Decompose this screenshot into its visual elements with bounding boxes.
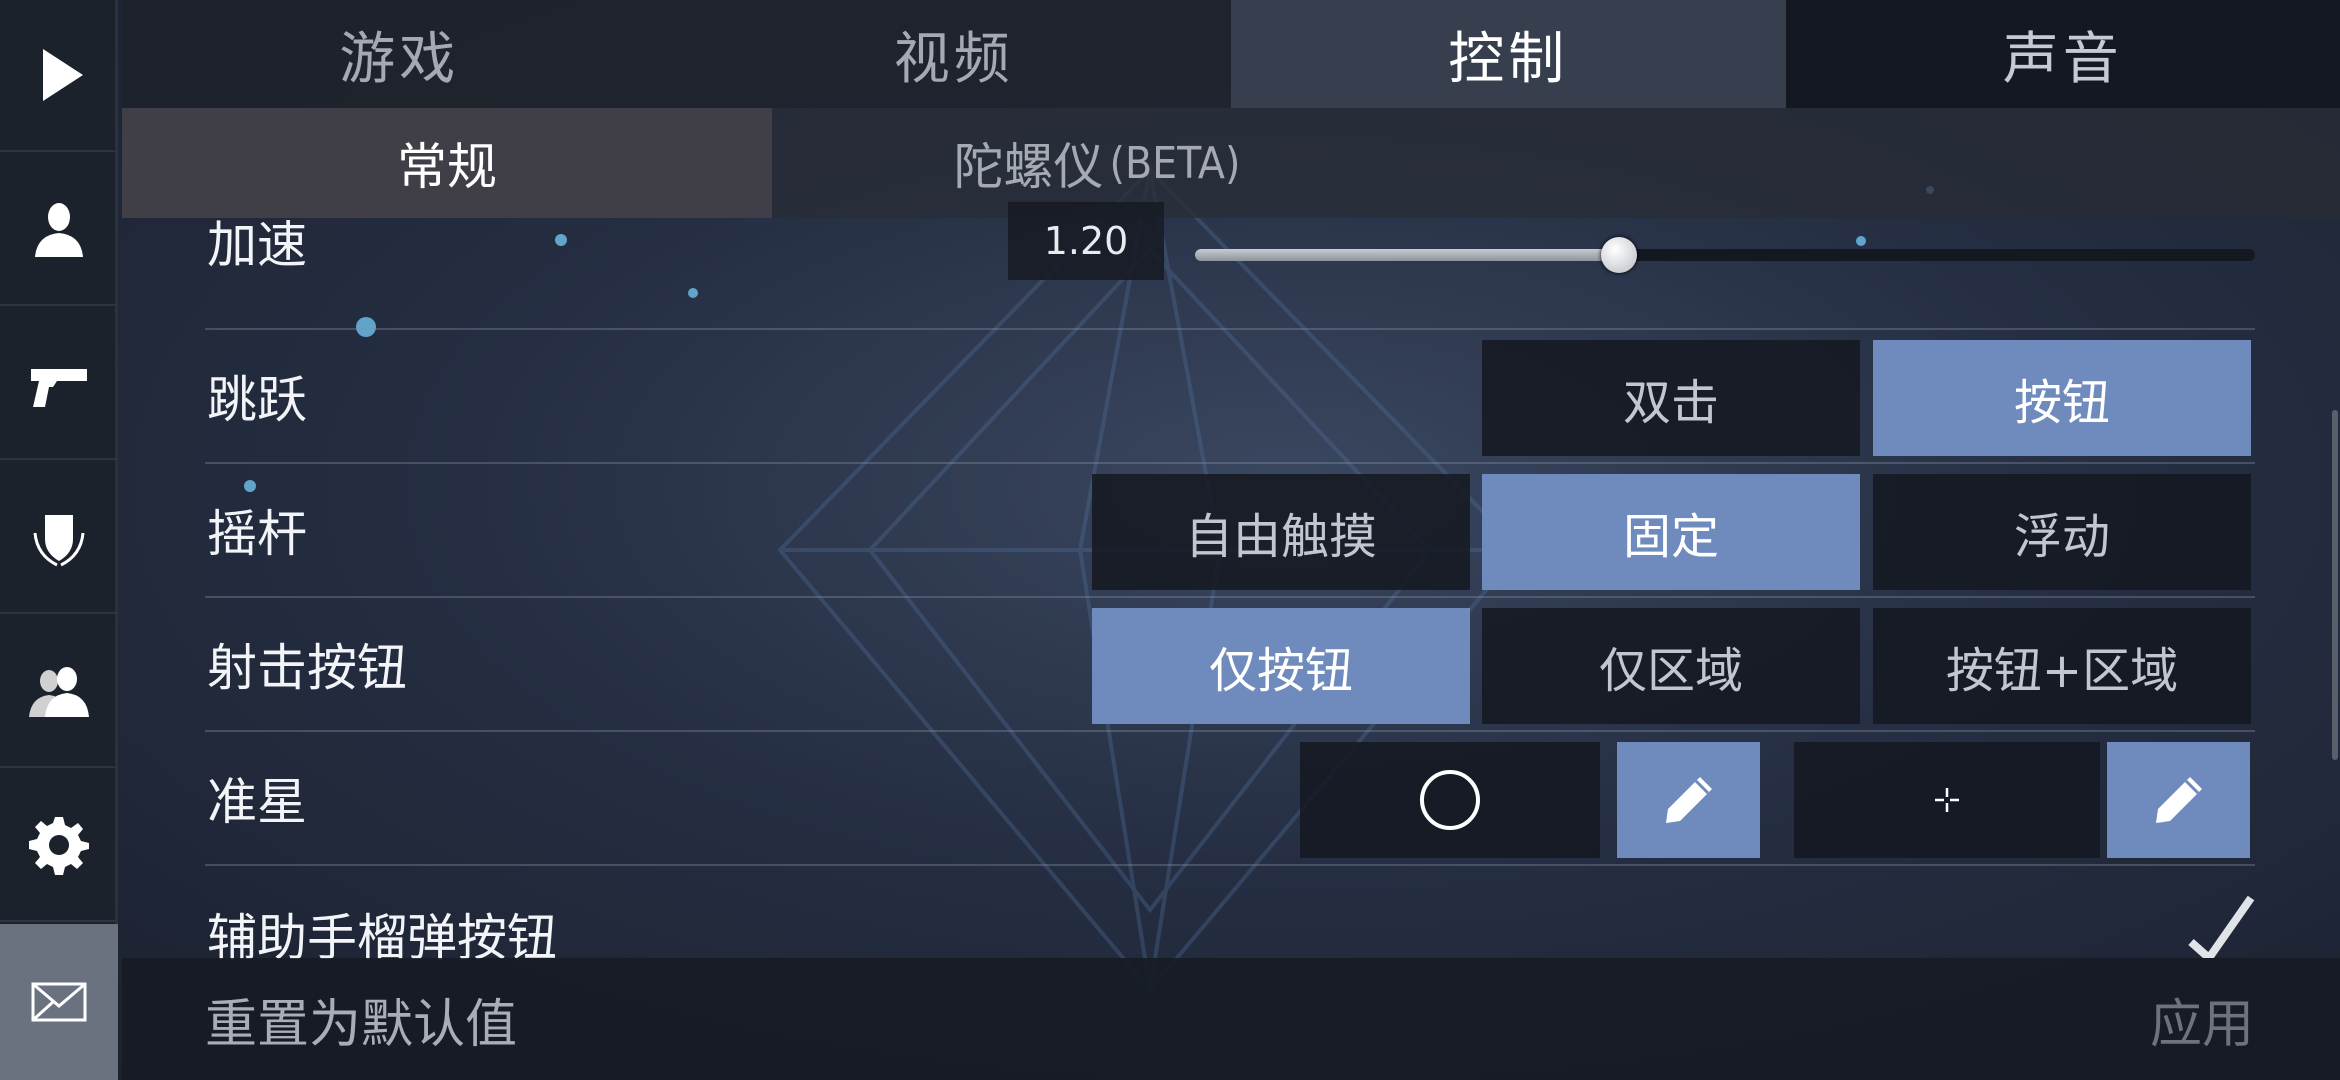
setting-row-crosshair: 准星 (205, 732, 2255, 866)
crosshair-edit-button-2[interactable] (2107, 742, 2250, 858)
acceleration-slider-handle[interactable] (1601, 237, 1637, 273)
apply-button[interactable]: 应用 (2150, 958, 2254, 1080)
jump-option-double-tap[interactable]: 双击 (1482, 340, 1860, 456)
grenade-button-checkbox[interactable] (2187, 892, 2255, 964)
fire-option-button-only[interactable]: 仅按钮 (1092, 608, 1470, 724)
joystick-option-fixed[interactable]: 固定 (1482, 474, 1860, 590)
acceleration-value[interactable]: 1.20 (1008, 202, 1164, 280)
fire-button-label: 射击按钮 (207, 639, 407, 697)
sidebar-item-friends[interactable] (0, 616, 118, 768)
gear-icon (29, 817, 89, 875)
tab-controls[interactable]: 控制 (1231, 0, 1786, 108)
setting-row-grenade-button: 辅助手榴弹按钮 (205, 866, 2255, 967)
pencil-icon (2155, 777, 2202, 823)
crosshair-edit-button-1[interactable] (1617, 742, 1760, 858)
fire-option-button-and-area[interactable]: 按钮+区域 (1873, 608, 2251, 724)
sidebar-item-play[interactable] (0, 0, 118, 152)
pencil-icon (1665, 777, 1712, 823)
sidebar-item-weapons[interactable] (0, 308, 118, 460)
play-icon (43, 49, 83, 101)
friends-icon (29, 667, 89, 717)
setting-row-jump: 跳跃 双击 按钮 (205, 330, 2255, 464)
bottom-action-bar: 重置为默认值 应用 (122, 958, 2340, 1080)
sidebar-item-mail[interactable] (0, 924, 118, 1080)
tab-video[interactable]: 视频 (677, 0, 1232, 108)
crosshair-preview-circle[interactable] (1300, 742, 1600, 858)
reset-defaults-button[interactable]: 重置为默认值 (205, 958, 517, 1080)
joystick-option-floating[interactable]: 浮动 (1873, 474, 2251, 590)
sidebar (0, 0, 118, 1080)
profile-icon (35, 203, 83, 257)
scrollbar[interactable] (2332, 410, 2338, 760)
joystick-label: 摇杆 (207, 505, 307, 563)
tab-sound[interactable]: 声音 (1785, 0, 2340, 108)
subtab-gyroscope-label: 陀螺仪 (953, 138, 1104, 196)
acceleration-label: 加速 (207, 216, 307, 274)
jump-option-button[interactable]: 按钮 (1873, 340, 2251, 456)
setting-row-fire-button: 射击按钮 仅按钮 仅区域 按钮+区域 (205, 598, 2255, 732)
crosshair-dot-icon (1935, 788, 1959, 812)
acceleration-slider-track[interactable] (1195, 249, 2255, 261)
circle-crosshair-icon (1420, 770, 1480, 830)
sidebar-item-settings[interactable] (0, 770, 118, 922)
fire-option-area-only[interactable]: 仅区域 (1482, 608, 1860, 724)
checkmark-icon (2188, 895, 2255, 964)
tab-game[interactable]: 游戏 (122, 0, 677, 108)
setting-row-joystick: 摇杆 自由触摸 固定 浮动 (205, 464, 2255, 598)
setting-row-acceleration: 加速 1.20 (205, 196, 2255, 330)
sidebar-item-clan[interactable] (0, 462, 118, 614)
top-tab-bar: 游戏 视频 控制 声音 (122, 0, 2340, 108)
joystick-option-free-touch[interactable]: 自由触摸 (1092, 474, 1470, 590)
subtab-gyroscope-beta: (BETA) (1109, 137, 1241, 189)
pistol-icon (31, 369, 87, 407)
crosshair-preview-cross[interactable] (1794, 742, 2100, 858)
clan-shield-icon (33, 515, 85, 567)
sidebar-item-profile[interactable] (0, 154, 118, 306)
crosshair-label: 准星 (207, 773, 307, 831)
mail-icon (31, 982, 87, 1022)
acceleration-slider-fill (1195, 249, 1619, 261)
subtab-general-label: 常规 (397, 138, 497, 196)
jump-label: 跳跃 (207, 371, 307, 429)
